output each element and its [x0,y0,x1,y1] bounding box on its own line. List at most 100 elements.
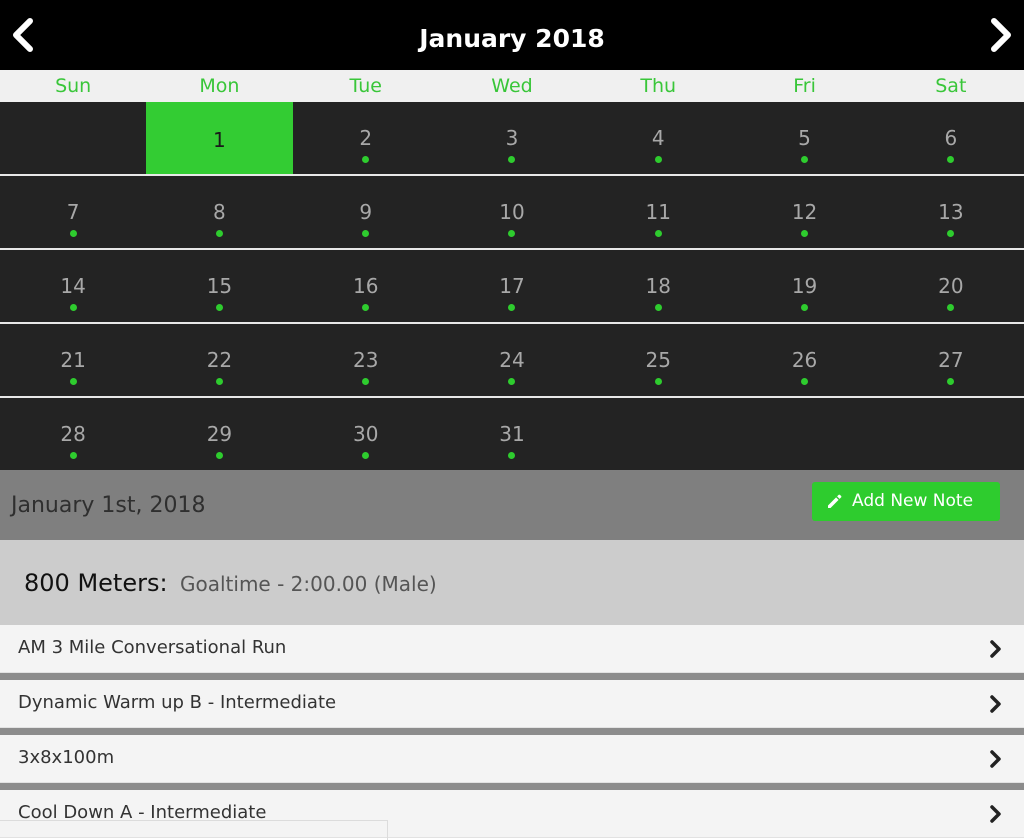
day-number: 26 [791,348,818,372]
event-indicator-dot [947,378,955,385]
day-cell-14[interactable]: 14 [0,250,146,322]
day-cell-25[interactable]: 25 [585,324,731,396]
day-number: 5 [798,126,811,150]
event-indicator-dot [362,156,370,163]
event-indicator-dot [801,230,809,237]
weekday-label: Sun [55,75,92,97]
event-indicator-dot [69,304,77,311]
chevron-right-icon [990,695,1001,713]
day-number: 7 [66,200,80,224]
day-number: 27 [938,348,964,372]
day-cell-23[interactable]: 23 [293,324,439,396]
empty-day-cell [878,398,1024,470]
day-number: 11 [645,200,671,224]
day-number: 9 [359,200,373,224]
day-number: 18 [645,274,671,298]
day-cell-20[interactable]: 20 [878,250,1024,322]
event-indicator-dot [654,230,662,237]
day-cell-5[interactable]: 5 [731,102,877,174]
day-number: 14 [60,274,86,298]
day-cell-2[interactable]: 2 [293,102,439,174]
day-cell-22[interactable]: 22 [146,324,292,396]
day-cell-1[interactable]: 1 [146,102,293,174]
day-cell-28[interactable]: 28 [0,398,146,470]
weekday-label: Mon [199,75,240,97]
day-cell-30[interactable]: 30 [293,398,439,470]
workout-item[interactable]: 3x8x100m [0,735,1024,783]
day-number: 3 [505,126,519,150]
chevron-right-icon [991,18,1011,52]
day-cell-9[interactable]: 9 [293,176,439,248]
event-indicator-dot [947,156,955,163]
event-indicator-dot [947,230,955,237]
day-cell-26[interactable]: 26 [731,324,877,396]
weekday-label: Sat [935,75,967,97]
day-number: 22 [206,348,233,372]
workout-item[interactable]: Dynamic Warm up B - Intermediate [0,680,1024,728]
month-title: January 2018 [419,24,605,53]
training-calendar-app: January 2018 Sun Mon Tue Wed Thu Fri Sat… [0,0,1024,840]
day-number: 23 [352,348,379,372]
day-cell-27[interactable]: 27 [878,324,1024,396]
day-cell-7[interactable]: 7 [0,176,146,248]
event-indicator-dot [801,156,809,163]
pencil-icon [828,494,842,508]
event-indicator-dot [508,378,516,385]
workout-item[interactable]: AM 3 Mile Conversational Run [0,625,1024,673]
selected-date-label: January 1st, 2018 [11,493,206,518]
day-number: 30 [352,422,379,446]
day-cell-24[interactable]: 24 [439,324,585,396]
workout-label: 3x8x100m [18,747,115,768]
day-cell-8[interactable]: 8 [146,176,292,248]
day-cell-29[interactable]: 29 [146,398,292,470]
calendar-header: January 2018 [0,0,1024,70]
day-cell-12[interactable]: 12 [731,176,877,248]
event-indicator-dot [508,304,516,311]
workout-label: Dynamic Warm up B - Intermediate [18,692,337,713]
day-cell-6[interactable]: 6 [878,102,1024,174]
event-indicator-dot [654,378,662,385]
day-cell-15[interactable]: 15 [146,250,292,322]
chevron-right-icon [990,640,1001,658]
event-indicator-dot [654,304,662,311]
day-cell-13[interactable]: 13 [878,176,1024,248]
day-cell-16[interactable]: 16 [293,250,439,322]
day-number: 6 [944,126,958,150]
event-indicator-dot [362,378,370,385]
empty-day-cell [731,398,877,470]
day-cell-3[interactable]: 3 [439,102,585,174]
day-cell-19[interactable]: 19 [731,250,877,322]
event-indicator-dot [69,378,77,385]
workout-divider [0,783,1024,790]
workout-list: AM 3 Mile Conversational Run Dynamic War… [0,625,1024,838]
event-indicator-dot [215,452,223,459]
next-month-button[interactable] [986,17,1016,53]
day-number: 21 [60,348,86,372]
workout-divider [0,673,1024,680]
event-goal-detail: Goaltime - 2:00.00 (Male) [180,572,437,596]
day-cell-4[interactable]: 4 [585,102,731,174]
add-new-note-button[interactable]: Add New Note [812,482,1000,521]
day-cell-10[interactable]: 10 [439,176,585,248]
day-cell-11[interactable]: 11 [585,176,731,248]
day-cell-21[interactable]: 21 [0,324,146,396]
week-row: 1 2 3 4 5 6 [0,102,1024,174]
day-number: 20 [938,274,964,298]
event-indicator-dot [654,156,662,163]
day-cell-18[interactable]: 18 [585,250,731,322]
event-indicator-dot [215,304,223,311]
day-cell-17[interactable]: 17 [439,250,585,322]
empty-day-cell [0,102,146,174]
day-number: 1 [213,128,226,152]
day-number: 16 [352,274,379,298]
week-row: 7 8 9 10 11 12 13 [0,176,1024,248]
day-number: 29 [206,422,233,446]
day-cell-31[interactable]: 31 [439,398,585,470]
event-indicator-dot [801,378,809,385]
event-indicator-dot [508,156,516,163]
day-number: 31 [499,422,525,446]
event-indicator-dot [69,230,77,237]
day-number: 8 [213,200,226,224]
day-number: 10 [499,200,525,224]
chevron-right-icon [990,805,1001,823]
